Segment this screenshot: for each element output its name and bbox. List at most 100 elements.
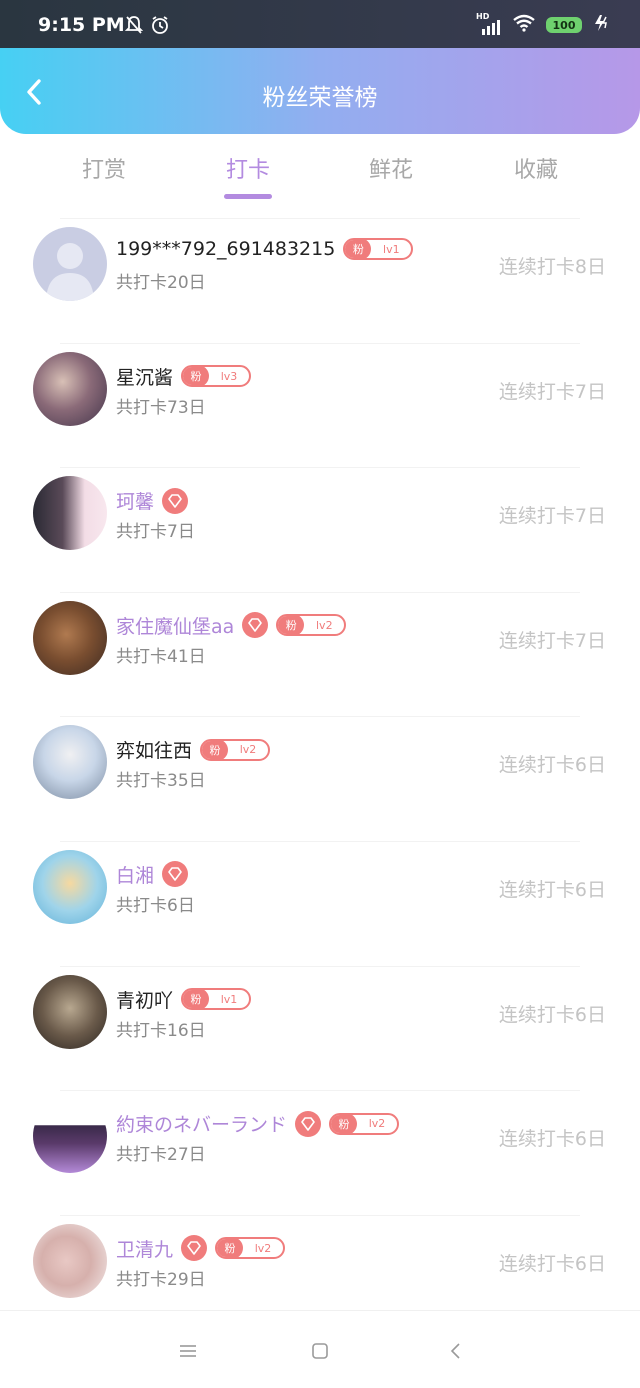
fan-level: lv1 [220, 992, 238, 1006]
fan-level: lv2 [239, 743, 257, 757]
username-line: 199***792_691483215 粉 lv1 [116, 238, 414, 260]
divider [60, 716, 580, 718]
avatar[interactable] [33, 1223, 107, 1298]
avatar[interactable] [33, 725, 107, 800]
header: 粉丝荣誉榜 [0, 48, 640, 134]
total-checkins: 共打卡41日 [116, 646, 206, 667]
home-square-icon [312, 1343, 328, 1359]
list-item[interactable]: 星沉酱 粉 lv3 共打卡73日 连续打卡7日 [0, 342, 640, 468]
battery-level: 100 [552, 18, 576, 32]
avatar[interactable] [33, 476, 107, 551]
username: 家住魔仙堡aa [116, 615, 235, 638]
back-triangle-icon [450, 1343, 460, 1359]
total-checkins: 共打卡35日 [116, 771, 206, 792]
username: 弈如往西 [116, 740, 193, 763]
username: 白湘 [116, 864, 155, 887]
vip-diamond-icon [242, 612, 269, 639]
tab-favorites[interactable]: 收藏 [476, 152, 596, 184]
tab-bar: 打赏 打卡 鲜花 收藏 [0, 134, 640, 214]
tab-active-indicator [224, 194, 272, 199]
username-line: 弈如往西 粉 lv2 [116, 736, 271, 763]
username-line: 白湘 [116, 861, 189, 888]
fan-level: lv2 [254, 1241, 272, 1255]
total-checkins: 共打卡6日 [116, 895, 195, 916]
username: 青初吖 [116, 989, 174, 1012]
status-time: 9:15 PM [38, 14, 125, 36]
checkin-streak: 连续打卡6日 [498, 1003, 606, 1026]
list-item[interactable]: 弈如往西 粉 lv2 共打卡35日 连续打卡6日 [0, 716, 640, 841]
tab-flowers[interactable]: 鲜花 [331, 152, 451, 184]
username-line: 家住魔仙堡aa 粉 lv2 [116, 612, 347, 639]
menu-icon [180, 1345, 196, 1357]
divider [60, 1090, 580, 1092]
checkin-streak: 连续打卡8日 [498, 256, 606, 278]
fan-level-badge: 粉 lv1 [343, 238, 414, 260]
total-checkins: 共打卡7日 [116, 522, 195, 543]
fan-level: lv2 [368, 1117, 386, 1131]
divider [60, 342, 580, 344]
system-back-button[interactable] [435, 1337, 475, 1365]
vip-diamond-icon [162, 487, 189, 514]
menu-button[interactable] [168, 1337, 208, 1365]
fan-label: 粉 [345, 240, 372, 258]
avatar[interactable] [33, 227, 107, 301]
total-checkins: 共打卡16日 [116, 1020, 206, 1041]
fan-label: 粉 [217, 1239, 244, 1258]
list-item[interactable]: 約束のネバーランド 粉 lv2 共打卡27日 连续打卡6日 [0, 1090, 640, 1215]
avatar[interactable] [33, 600, 107, 675]
username: 約束のネバーランド [116, 1114, 288, 1137]
fan-level-badge: 粉 lv2 [276, 614, 347, 637]
list-item[interactable]: 家住魔仙堡aa 粉 lv2 共打卡41日 连续打卡7日 [0, 591, 640, 717]
divider [60, 840, 580, 842]
charging-icon [592, 14, 610, 36]
fan-level: lv3 [220, 369, 238, 383]
fan-level: lv2 [316, 618, 333, 632]
signal-icon: HD [476, 12, 502, 35]
fan-level-badge: 粉 lv1 [181, 988, 252, 1011]
list-item[interactable]: 白湘 共打卡6日 连续打卡6日 [0, 840, 640, 966]
battery-icon: 100 [546, 17, 582, 33]
home-button[interactable] [300, 1337, 340, 1365]
username-line: 卫清九 粉 lv2 [116, 1235, 286, 1262]
list-item[interactable]: 珂馨 共打卡7日 连续打卡7日 [0, 467, 640, 592]
fan-label: 粉 [331, 1114, 358, 1133]
fan-level-badge: 粉 lv2 [200, 738, 271, 761]
fan-label: 粉 [183, 367, 210, 386]
list-item[interactable]: 199***792_691483215 粉 lv1 共打卡20日 连续打卡8日 [0, 218, 640, 343]
tab-checkin[interactable]: 打卡 [188, 152, 308, 184]
checkin-streak: 连续打卡6日 [498, 878, 606, 901]
list-item[interactable]: 青初吖 粉 lv1 共打卡16日 连续打卡6日 [0, 965, 640, 1091]
avatar[interactable] [33, 351, 107, 426]
username: 卫清九 [116, 1238, 174, 1261]
username-line: 約束のネバーランド 粉 lv2 [116, 1110, 400, 1137]
divider [60, 218, 580, 219]
total-checkins: 共打卡73日 [116, 397, 206, 418]
status-bar: 9:15 PM HD 100 [0, 0, 640, 48]
username-line: 青初吖 粉 lv1 [116, 986, 252, 1013]
fan-level-badge: 粉 lv2 [329, 1112, 400, 1135]
divider [60, 965, 580, 967]
tab-reward[interactable]: 打赏 [44, 152, 164, 184]
checkin-streak: 连续打卡7日 [498, 629, 606, 652]
username-line: 珂馨 [116, 487, 189, 514]
checkin-streak: 连续打卡6日 [498, 754, 606, 777]
avatar[interactable] [33, 1099, 107, 1174]
divider [60, 591, 580, 593]
checkin-streak: 连续打卡7日 [498, 505, 606, 528]
username: 珂馨 [116, 491, 155, 514]
fan-level-badge: 粉 lv2 [215, 1237, 286, 1260]
alarm-icon [150, 15, 170, 39]
avatar[interactable] [33, 849, 107, 924]
checkin-streak: 连续打卡6日 [498, 1128, 606, 1151]
mute-bell-icon [124, 15, 144, 39]
avatar[interactable] [33, 974, 107, 1049]
checkin-streak: 连续打卡6日 [498, 1252, 606, 1275]
fan-label: 粉 [183, 990, 210, 1009]
vip-diamond-icon [162, 861, 189, 888]
username-line: 星沉酱 粉 lv3 [116, 363, 252, 390]
fan-level: lv1 [383, 242, 400, 256]
vip-diamond-icon [295, 1110, 322, 1137]
checkin-streak: 连续打卡7日 [498, 380, 606, 403]
total-checkins: 共打卡27日 [116, 1145, 206, 1166]
wifi-icon [512, 14, 536, 36]
